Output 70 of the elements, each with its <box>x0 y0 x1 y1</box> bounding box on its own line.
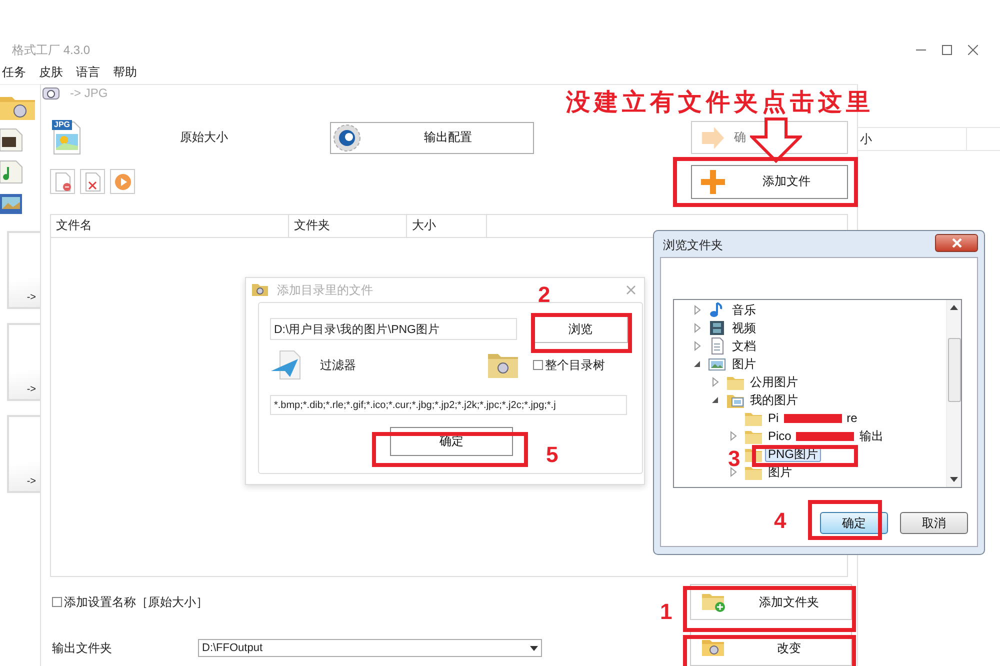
maximize-icon[interactable] <box>942 45 952 55</box>
dialog-title: -> JPG <box>70 86 108 100</box>
scroll-up-icon <box>950 304 958 310</box>
file-cross-icon <box>84 172 102 192</box>
column-header[interactable]: 大小 <box>407 214 487 237</box>
tree-item-label[interactable]: 公用图片 <box>747 374 801 390</box>
checkbox[interactable] <box>52 597 62 608</box>
arrow-right-icon <box>700 126 726 150</box>
checkbox-label: 整个目录树 <box>545 356 605 374</box>
paper-plane-icon <box>270 349 302 381</box>
output-config-button[interactable]: 输出配置 <box>330 122 534 154</box>
play-icon <box>114 172 132 191</box>
path-field[interactable]: D:\用户目录\我的图片\PNG图片 <box>270 318 517 340</box>
toolbar-button[interactable] <box>50 169 75 194</box>
filter-field[interactable]: *.bmp;*.dib;*.rle;*.gif;*.ico;*.cur;*.jbg;*.jp2;*.j2k;*.jpc;*.j2c;*.jpg;*.j <box>270 395 627 415</box>
tree-item-label: re <box>846 410 858 426</box>
preset-label: 原始大小 <box>180 129 229 146</box>
tree-item-label[interactable]: 文档 <box>729 338 759 354</box>
folder-icon <box>487 351 519 379</box>
tree-item-label[interactable]: 视频 <box>729 320 759 336</box>
checkbox-label: 添加设置名称［原始大小］ <box>64 594 208 611</box>
format-card[interactable]: -> <box>7 415 40 493</box>
column-header[interactable]: 小 <box>858 128 967 150</box>
step-number: 3 <box>728 447 740 471</box>
browse-button[interactable]: 浏览 <box>533 315 628 343</box>
caret-icon <box>527 643 541 654</box>
menu-item[interactable]: 语言 <box>76 64 100 80</box>
menu-item[interactable]: 帮助 <box>113 64 137 80</box>
dialog-title: 添加目录里的文件 <box>277 282 373 298</box>
scroll-bar[interactable] <box>946 300 961 487</box>
tree-item-label[interactable]: 我的图片 <box>747 392 801 408</box>
down-arrow-drawing <box>750 117 802 163</box>
toolbar-button[interactable] <box>110 169 135 194</box>
tree-item-label[interactable]: 音乐 <box>729 302 759 318</box>
close-icon <box>950 238 962 248</box>
filter-label: 过滤器 <box>320 356 357 374</box>
add-file-button[interactable]: 添加文件 <box>691 164 848 199</box>
gear-icon <box>331 122 363 154</box>
dialog-title: 浏览文件夹 <box>663 236 723 254</box>
checkbox[interactable] <box>533 360 543 370</box>
folder-icon <box>251 283 269 297</box>
close-button[interactable] <box>935 234 978 252</box>
menu-item[interactable]: 皮肤 <box>39 64 63 80</box>
file-minus-icon <box>54 172 72 192</box>
window-title: 格式工厂 4.3.0 <box>12 42 90 58</box>
column-header[interactable]: 文件夹 <box>289 214 407 237</box>
tree-item-label: 输出 <box>858 428 884 444</box>
tree-item-label[interactable]: 图片 <box>729 356 759 372</box>
film-icon <box>708 319 726 337</box>
scroll-down-icon <box>950 477 958 483</box>
plus-icon <box>700 168 726 195</box>
field-label: 输出文件夹 <box>52 640 113 657</box>
column-header[interactable]: 文件名 <box>51 214 289 237</box>
annotation-text: 没建立有文件夹点击这里 <box>566 87 874 118</box>
output-folder-dropdown[interactable]: D:\FFOutput <box>198 639 542 658</box>
step-number: 2 <box>538 283 550 307</box>
step-number: 4 <box>774 509 786 533</box>
ok-button[interactable]: 确定 <box>820 512 888 534</box>
cancel-button[interactable]: 取消 <box>900 512 968 534</box>
tree-item-label[interactable]: Pico <box>765 428 794 444</box>
format-card[interactable]: -> <box>7 231 40 309</box>
close-icon[interactable] <box>968 45 978 55</box>
folder-add-icon <box>701 591 727 614</box>
format-card[interactable]: -> <box>7 323 40 401</box>
menu-item[interactable]: 任务 <box>2 64 26 80</box>
tree-item-label[interactable]: Pi <box>765 410 782 426</box>
step-number: 5 <box>546 443 558 467</box>
step-number: 1 <box>660 600 672 624</box>
format-badge: JPG <box>52 120 72 130</box>
toolbar-button[interactable] <box>80 169 105 194</box>
